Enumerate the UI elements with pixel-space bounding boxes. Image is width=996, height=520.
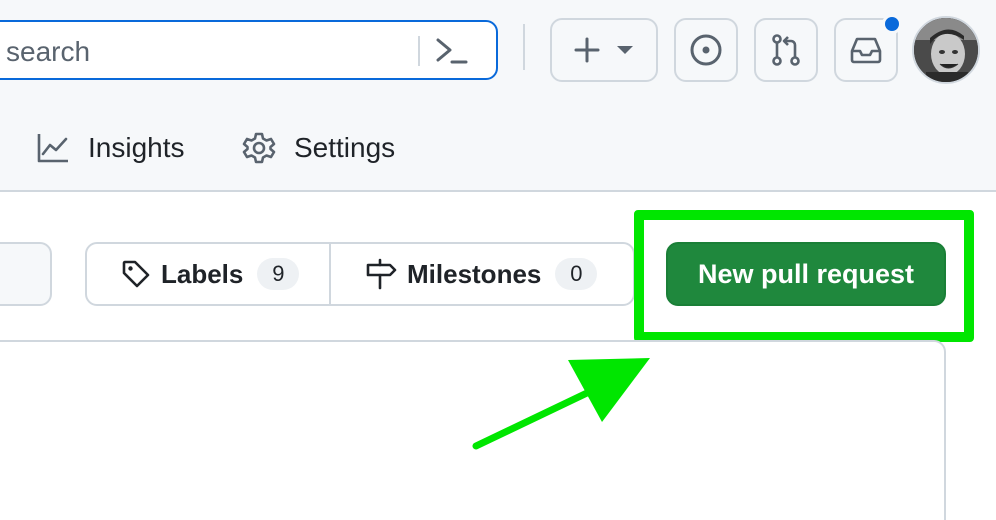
new-pull-request-button[interactable]: New pull request <box>666 242 946 306</box>
milestones-count: 0 <box>555 258 598 290</box>
search-placeholder: search <box>6 36 91 67</box>
plus-icon <box>574 37 600 63</box>
triangle-down-icon <box>617 46 633 54</box>
tab-settings[interactable]: Settings <box>242 124 395 172</box>
app-header: search Insights Settings <box>0 0 996 192</box>
milestones-button[interactable]: Milestones 0 <box>331 244 633 304</box>
avatar-photo <box>914 18 978 82</box>
terminal-prompt-icon[interactable] <box>434 34 470 68</box>
annotation-arrow-icon <box>472 358 650 450</box>
search-divider <box>418 36 420 66</box>
issues-button[interactable] <box>674 18 738 82</box>
tab-insights-label: Insights <box>88 132 185 163</box>
notification-indicator <box>882 14 902 34</box>
header-divider <box>523 24 525 70</box>
create-new-button[interactable] <box>550 18 658 82</box>
filter-input[interactable] <box>0 242 52 306</box>
git-pull-request-icon <box>772 34 800 66</box>
tab-settings-label: Settings <box>294 132 396 163</box>
labels-count: 9 <box>257 258 300 290</box>
pull-requests-button[interactable] <box>754 18 818 82</box>
labels-label: Labels <box>161 258 244 289</box>
labels-milestones-group: Labels 9 Milestones 0 <box>85 242 635 306</box>
labels-button[interactable]: Labels 9 <box>87 244 331 304</box>
gear-icon <box>242 132 276 164</box>
search-input[interactable]: search <box>0 20 498 80</box>
tag-icon <box>122 260 150 288</box>
milestone-icon <box>366 258 397 290</box>
issue-opened-icon <box>690 34 722 66</box>
inbox-icon <box>850 37 882 64</box>
avatar[interactable] <box>912 16 980 84</box>
graph-icon <box>37 134 68 163</box>
milestones-label: Milestones <box>407 258 542 289</box>
tab-insights[interactable]: Insights <box>36 124 185 172</box>
